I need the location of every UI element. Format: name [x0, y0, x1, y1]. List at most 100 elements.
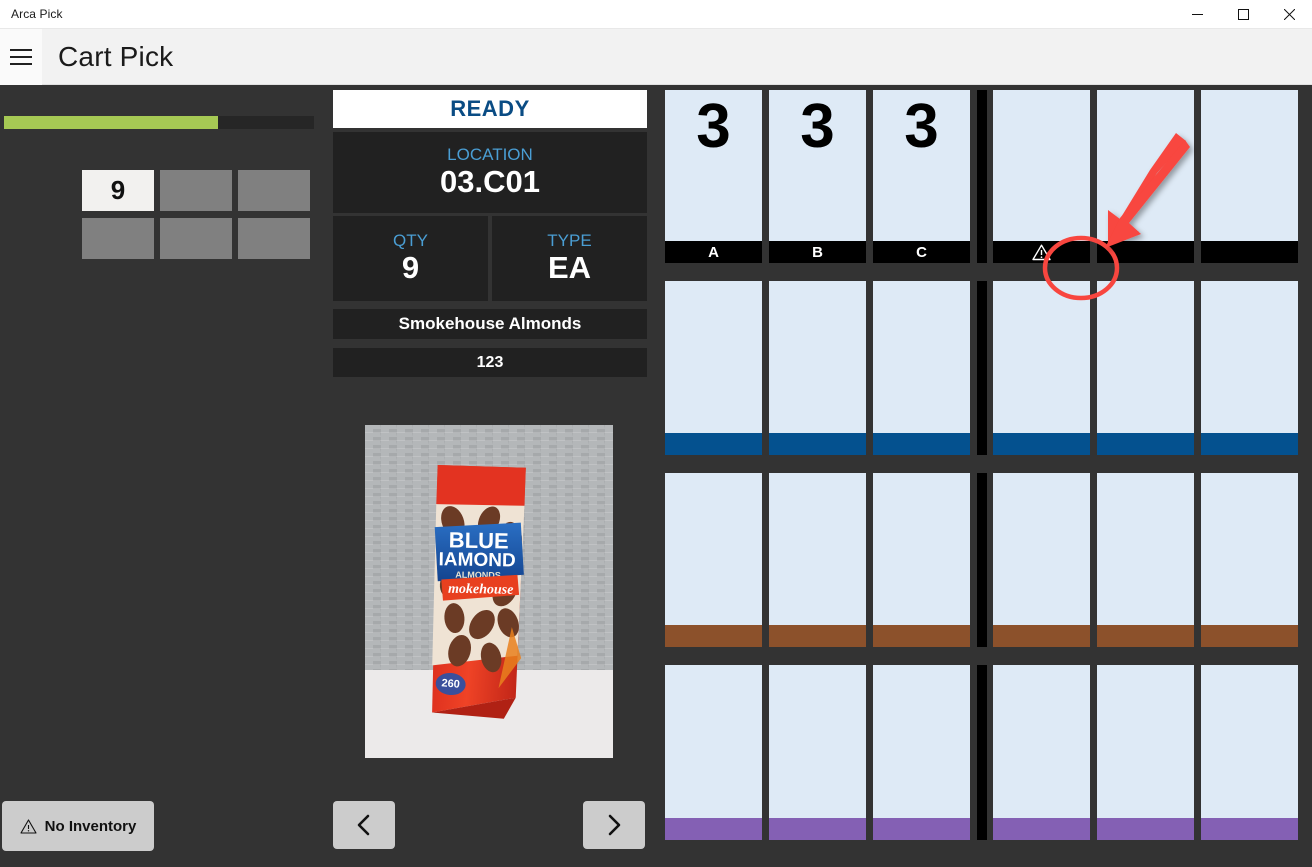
- cart-cell-qty: [873, 473, 970, 625]
- cart-cell-bar: [1097, 818, 1194, 840]
- cart-cell[interactable]: [873, 473, 970, 647]
- cart-column-divider: [977, 473, 987, 647]
- cart-cell-bar: [665, 625, 762, 647]
- cart-cell[interactable]: [769, 473, 866, 647]
- cart-cell[interactable]: 3B: [769, 90, 866, 263]
- cart-grid: 3A3B3C: [665, 85, 1312, 866]
- minimize-icon: [1191, 13, 1203, 15]
- cart-cell-qty: [993, 281, 1090, 433]
- cart-cell-bar: [873, 433, 970, 455]
- app-header: Cart Pick: [0, 28, 1312, 85]
- cart-cell-bar-label: B: [812, 243, 823, 261]
- cart-cell[interactable]: [1201, 281, 1298, 455]
- cart-cell[interactable]: [993, 90, 1090, 263]
- tote-slot-label: 9: [110, 175, 126, 205]
- no-inventory-button[interactable]: No Inventory: [2, 801, 154, 851]
- warning-triangle-icon: [1032, 244, 1051, 260]
- cart-cell[interactable]: [769, 281, 866, 455]
- cart-cell-qty: 3: [696, 92, 731, 161]
- tote-slot-2[interactable]: [160, 170, 232, 211]
- cart-cell[interactable]: 3C: [873, 90, 970, 263]
- product-sku: 123: [333, 348, 647, 377]
- maximize-button[interactable]: [1220, 0, 1266, 29]
- cart-cell-qty: 3: [904, 92, 939, 161]
- cart-cell-bar: C: [873, 241, 970, 263]
- status-banner: READY: [333, 90, 647, 128]
- cart-cell[interactable]: [1201, 665, 1298, 840]
- cart-row: [665, 473, 1312, 647]
- cart-cell[interactable]: [769, 665, 866, 840]
- chevron-right-icon: [608, 814, 621, 836]
- cart-cell[interactable]: [873, 665, 970, 840]
- svg-text:IAMOND: IAMOND: [438, 549, 515, 571]
- close-icon: [1283, 8, 1295, 20]
- center-panel: READY LOCATION 03.C01 QTY 9 TYPE EA Smok…: [332, 85, 660, 866]
- no-inventory-label: No Inventory: [44, 817, 137, 835]
- svg-text:260: 260: [441, 677, 460, 691]
- page-title: Cart Pick: [58, 40, 174, 72]
- window-title-bar: Arca Pick: [0, 0, 1312, 29]
- cart-cell[interactable]: [665, 281, 762, 455]
- maximize-icon: [1237, 8, 1249, 20]
- cart-cell-bar: [993, 433, 1090, 455]
- cart-cell-bar: [1097, 433, 1194, 455]
- tote-slot-1[interactable]: 9: [82, 170, 154, 211]
- hamburger-icon-line-3: [10, 62, 32, 65]
- cart-cell-qty: [1097, 665, 1194, 818]
- cart-cell-qty: [873, 281, 970, 433]
- cart-cell-bar: B: [769, 241, 866, 263]
- cart-cell-bar: [665, 818, 762, 840]
- cart-cell[interactable]: [993, 281, 1090, 455]
- cart-cell-bar: [993, 241, 1090, 263]
- cart-column-group-right: [993, 281, 1305, 455]
- cart-cell[interactable]: [1201, 90, 1298, 263]
- cart-row: 3A3B3C: [665, 90, 1312, 263]
- cart-cell[interactable]: [665, 665, 762, 840]
- cart-cell-qty: [993, 473, 1090, 625]
- cart-cell-bar: [769, 818, 866, 840]
- previous-button[interactable]: [333, 801, 395, 849]
- cart-column-group-right: [993, 90, 1305, 263]
- cart-cell-qty: [873, 665, 970, 818]
- cart-cell[interactable]: [1097, 473, 1194, 647]
- cart-cell-qty: [1201, 473, 1298, 625]
- close-button[interactable]: [1266, 0, 1312, 29]
- type-value: EA: [547, 250, 592, 286]
- cart-cell-qty: [769, 473, 866, 625]
- cart-cell-bar: [993, 625, 1090, 647]
- cart-cell[interactable]: [993, 473, 1090, 647]
- cart-cell-bar: [1097, 625, 1194, 647]
- hamburger-icon-line-1: [10, 48, 32, 51]
- cart-cell-bar: [873, 818, 970, 840]
- cart-cell[interactable]: [1097, 665, 1194, 840]
- cart-column-group-left: [665, 665, 977, 840]
- type-label: TYPE: [547, 230, 592, 250]
- cart-column-divider: [977, 281, 987, 455]
- cart-cell[interactable]: [1201, 473, 1298, 647]
- tote-grid: 9: [82, 170, 310, 259]
- menu-button[interactable]: [0, 28, 42, 85]
- cart-cell-bar: [769, 625, 866, 647]
- cart-cell-qty: [1201, 665, 1298, 818]
- cart-cell[interactable]: [993, 665, 1090, 840]
- tote-slot-3[interactable]: [238, 170, 310, 211]
- cart-cell[interactable]: [665, 473, 762, 647]
- cart-cell-bar: A: [665, 241, 762, 263]
- cart-cell[interactable]: [873, 281, 970, 455]
- cart-cell-qty: 3: [800, 92, 835, 161]
- cart-cell[interactable]: [1097, 281, 1194, 455]
- cart-cell-qty: [1097, 281, 1194, 433]
- tote-slot-4[interactable]: [82, 218, 154, 259]
- location-label: LOCATION: [447, 144, 533, 164]
- cart-cell-qty: [665, 473, 762, 625]
- tote-slot-6[interactable]: [238, 218, 310, 259]
- minimize-button[interactable]: [1174, 0, 1220, 29]
- qty-value: 9: [401, 250, 420, 286]
- cart-cell[interactable]: 3A: [665, 90, 762, 263]
- tote-slot-5[interactable]: [160, 218, 232, 259]
- cart-cell[interactable]: [1097, 90, 1194, 263]
- next-button[interactable]: [583, 801, 645, 849]
- cart-cell-qty: [1097, 90, 1194, 241]
- cart-cell-bar: [1201, 241, 1298, 263]
- qty-field: QTY 9: [333, 216, 488, 301]
